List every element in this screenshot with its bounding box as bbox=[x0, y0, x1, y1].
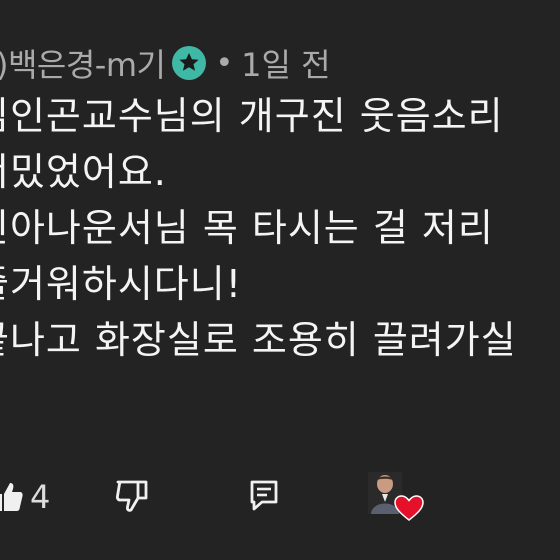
comment-timestamp: 1일 전 bbox=[241, 46, 331, 84]
comment-header: )백은경-m기 • 1일 전 bbox=[0, 38, 331, 88]
comment-line: 빈아나운서님 목 타시는 걸 저리 bbox=[0, 206, 494, 250]
like-count: 4 bbox=[30, 478, 51, 516]
like-button[interactable]: 4 bbox=[0, 478, 50, 516]
red-heart-icon bbox=[394, 495, 424, 521]
separator-dot: • bbox=[215, 45, 234, 81]
creator-heart[interactable] bbox=[368, 472, 424, 521]
comment-body: 님인곤교수님의 개구진 웃음소리 너밌었어요. 빈아나운서님 목 타시는 걸 저… bbox=[0, 88, 560, 368]
dislike-button[interactable] bbox=[112, 478, 152, 514]
comment-line: 님인곤교수님의 개구진 웃음소리 bbox=[0, 94, 504, 138]
comment-actions: 4 bbox=[0, 470, 560, 530]
comment-line: 너밌었어요. bbox=[0, 150, 167, 194]
reply-comment-icon bbox=[250, 480, 278, 511]
comment-line: 끝나고 화장실로 조용히 끌려가실 bbox=[0, 318, 517, 362]
reply-button[interactable] bbox=[248, 478, 280, 512]
thumbs-down-icon bbox=[115, 480, 148, 512]
comment-author[interactable]: )백은경-m기 bbox=[0, 40, 166, 86]
verified-star-icon bbox=[172, 46, 207, 80]
thumbs-up-icon bbox=[0, 483, 23, 511]
comment-line: 즐거워하시다니! bbox=[0, 262, 242, 306]
